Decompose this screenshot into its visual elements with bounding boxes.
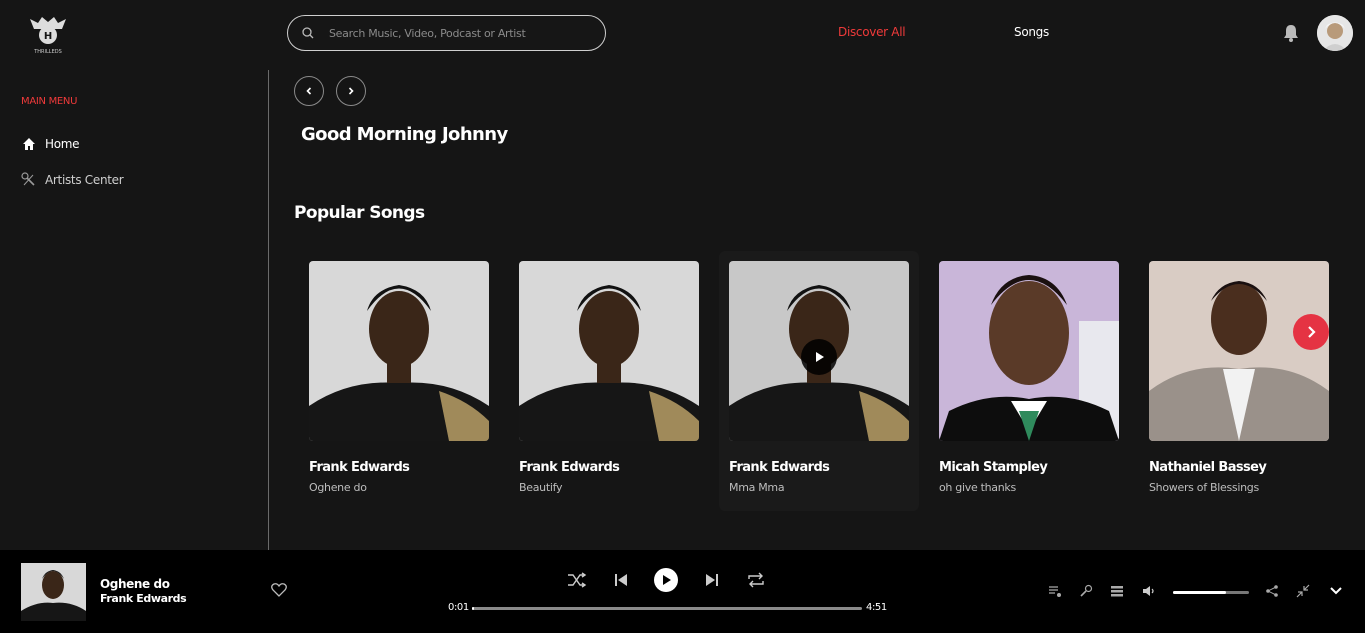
total-time: 4:51 [866,602,887,613]
skip-forward-icon [706,574,718,586]
song-cover [519,261,699,441]
sidebar-divider [268,70,269,550]
song-card[interactable]: Micah Stampley oh give thanks [939,261,1119,494]
minimize-player-button[interactable] [1295,583,1311,599]
repeat-button[interactable] [745,569,767,591]
history-back-button[interactable] [294,76,324,106]
main-menu-title: MAIN MENU [21,96,78,107]
sidebar-item-label: Home [45,136,80,151]
song-card[interactable]: Frank Edwards Beautify [519,261,699,494]
volume-button[interactable] [1141,583,1157,599]
song-title: Showers of Blessings [1149,481,1259,494]
play-icon [663,575,671,585]
skip-back-icon [615,574,627,586]
greeting-heading: Good Morning Johnny [301,124,508,145]
search-box[interactable] [287,15,606,51]
song-card[interactable]: Frank Edwards Mma Mma [729,261,909,494]
previous-track-button[interactable] [610,569,632,591]
share-button[interactable] [1264,583,1280,599]
queue-button[interactable] [1109,583,1125,599]
current-time: 0:01 [448,602,469,613]
player-bar: Oghene do Frank Edwards 0:01 4:51 [0,550,1365,633]
now-playing-cover[interactable] [21,563,86,621]
song-artist: Frank Edwards [309,460,410,475]
progress-fill [472,607,474,610]
microphone-button[interactable] [1078,583,1094,599]
like-heart-icon[interactable] [270,581,288,599]
song-cover [939,261,1119,441]
song-artist: Micah Stampley [939,460,1048,475]
song-artist: Frank Edwards [519,460,620,475]
nav-songs[interactable]: Songs [1014,25,1049,39]
chevron-right-icon [348,87,354,95]
volume-fill [1173,591,1227,594]
lyrics-button[interactable] [1047,583,1063,599]
user-avatar[interactable] [1317,15,1353,51]
song-cover [1149,261,1329,441]
svg-text:H: H [44,31,52,42]
sidebar-item-home[interactable]: Home [21,136,80,151]
artists-icon [21,172,36,187]
song-artist: Frank Edwards [729,460,830,475]
song-title: oh give thanks [939,481,1016,494]
chevron-right-icon [1308,326,1316,338]
play-overlay-button[interactable] [801,339,837,375]
now-playing-artist[interactable]: Frank Edwards [100,592,187,605]
search-input[interactable] [329,26,605,40]
lyrics-icon [1049,586,1061,597]
play-pause-button[interactable] [654,568,678,592]
queue-icon [1111,586,1123,597]
next-track-button[interactable] [701,569,723,591]
brand-logo[interactable]: H THRILLEDS [24,13,72,57]
song-cover [309,261,489,441]
song-card[interactable]: Frank Edwards Oghene do [309,261,489,494]
search-icon [301,26,315,40]
shuffle-button[interactable] [566,569,588,591]
song-title: Oghene do [309,481,367,494]
collapse-icon [1296,584,1310,598]
home-icon [21,136,36,151]
microphone-icon [1080,584,1093,597]
logo-wordmark: THRILLEDS [33,49,62,55]
sidebar-item-label: Artists Center [45,172,124,187]
play-icon [816,352,824,362]
notification-bell-icon[interactable] [1281,23,1301,43]
nav-discover-all[interactable]: Discover All [838,25,906,39]
chevron-down-icon [1330,587,1342,595]
shuffle-icon [568,572,587,588]
song-card[interactable]: Nathaniel Bassey Showers of Blessings [1149,261,1329,494]
chevron-left-icon [306,87,312,95]
now-playing-title[interactable]: Oghene do [100,577,170,591]
expand-player-button[interactable] [1328,583,1344,599]
song-cover [729,261,909,441]
popular-songs-title: Popular Songs [294,203,425,223]
song-artist: Nathaniel Bassey [1149,460,1267,475]
volume-slider[interactable] [1173,591,1249,594]
sidebar-item-artists-center[interactable]: Artists Center [21,172,124,187]
share-icon [1266,585,1278,597]
history-forward-button[interactable] [336,76,366,106]
volume-icon [1143,586,1154,596]
carousel-next-button[interactable] [1293,314,1329,350]
progress-bar[interactable] [472,607,862,610]
song-title: Mma Mma [729,481,785,494]
song-title: Beautify [519,481,563,494]
repeat-icon [748,572,764,588]
